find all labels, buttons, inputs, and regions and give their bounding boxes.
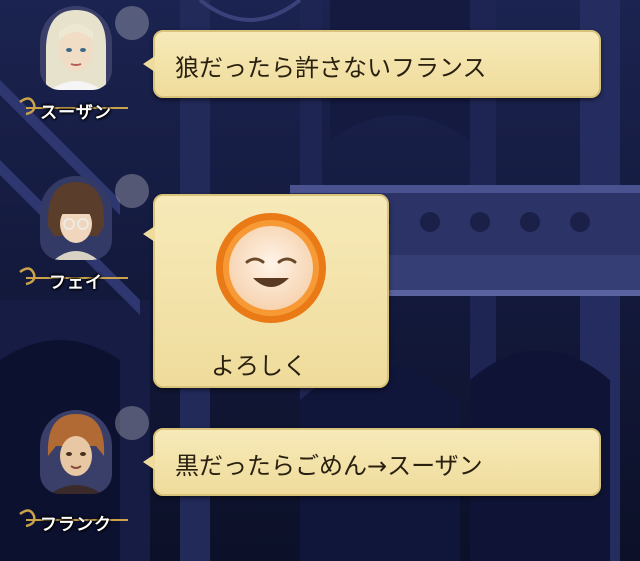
avatar-susan[interactable]: スーザン xyxy=(10,6,130,123)
avatar-frank[interactable]: フランク xyxy=(10,410,130,540)
message-bubble: よろしく xyxy=(143,194,389,388)
name-plate: フランク xyxy=(16,506,136,535)
message-text: 黒だったらごめん→スーザン xyxy=(175,452,483,480)
avatar-fei[interactable]: フェイ xyxy=(10,176,130,294)
smiling-face-stamp-icon xyxy=(216,213,326,323)
stamp-caption: よろしく xyxy=(211,352,307,380)
fei-portrait xyxy=(40,176,112,260)
speaker-name: フェイ xyxy=(49,273,103,293)
name-plate: スーザン xyxy=(16,94,136,123)
speaker-name: スーザン xyxy=(40,103,112,123)
frank-portrait xyxy=(40,410,112,494)
message-text: 狼だったら許さないフランス xyxy=(175,54,487,82)
name-plate: フェイ xyxy=(16,264,136,293)
susan-portrait xyxy=(40,6,112,90)
speaker-name: フランク xyxy=(40,515,112,535)
message-bubble: 黒だったらごめん→スーザン xyxy=(143,428,601,496)
message-bubble: 狼だったら許さないフランス xyxy=(143,30,601,98)
